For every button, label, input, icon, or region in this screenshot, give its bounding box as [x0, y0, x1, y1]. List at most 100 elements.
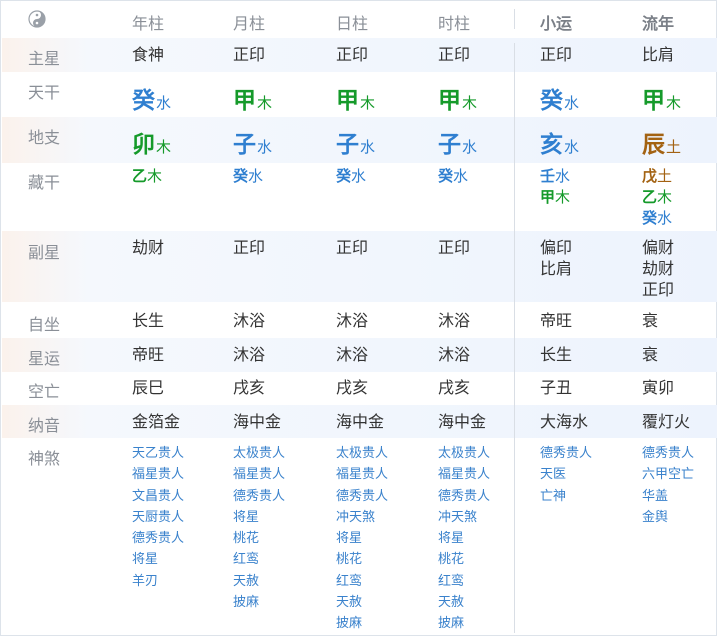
day-shensha-item[interactable]: 桃花	[336, 549, 388, 570]
day-canggan-item: 癸水	[336, 166, 366, 187]
day-dizhi: 子水	[336, 125, 375, 159]
liunian-dizhi-char: 辰	[642, 132, 665, 158]
xiaoyun-shensha-item[interactable]: 天医	[540, 464, 592, 485]
day-canggan-element: 水	[351, 167, 367, 185]
month-shensha-item[interactable]: 德秀贵人	[233, 486, 285, 507]
month-shensha: 太极贵人 福星贵人 德秀贵人 将星 桃花 红鸾 天赦 披麻	[233, 443, 285, 613]
day-fuxing: 正印	[336, 237, 368, 258]
month-shensha-item[interactable]: 天赦	[233, 571, 285, 592]
day-shensha-item[interactable]: 德秀贵人	[336, 486, 388, 507]
month-zhuxing: 正印	[233, 45, 266, 64]
row-label-tiangan: 天干	[28, 83, 61, 102]
day-zizuo: 沐浴	[336, 311, 369, 330]
row-label-shensha: 神煞	[28, 449, 61, 468]
header-year: 年柱	[132, 14, 165, 33]
hour-canggan: 癸水	[438, 166, 468, 187]
hour-shensha-item[interactable]: 福星贵人	[438, 464, 490, 485]
liunian-shensha-item[interactable]: 金舆	[642, 507, 694, 528]
xiaoyun-canggan-char: 壬	[540, 167, 556, 185]
liunian-shensha-item[interactable]: 华盖	[642, 486, 694, 507]
month-shensha-item[interactable]: 红鸾	[233, 549, 285, 570]
xiaoyun-canggan-char: 甲	[540, 188, 556, 206]
hour-dizhi-element: 水	[462, 138, 478, 156]
year-fuxing: 劫财	[132, 237, 164, 258]
yin-yang-icon	[28, 10, 46, 28]
hour-shensha-item[interactable]: 披麻	[438, 613, 490, 634]
month-zizuo: 沐浴	[233, 311, 266, 330]
year-shensha-item[interactable]: 福星贵人	[132, 464, 184, 485]
day-shensha-item[interactable]: 冲天煞	[336, 507, 388, 528]
hour-shensha-item[interactable]: 红鸾	[438, 571, 490, 592]
month-shensha-item[interactable]: 将星	[233, 507, 285, 528]
liunian-shensha-item[interactable]: 六甲空亡	[642, 464, 694, 485]
liunian-tiangan-element: 木	[666, 94, 682, 112]
month-nayin: 海中金	[233, 412, 282, 431]
hour-shensha: 太极贵人 福星贵人 德秀贵人 冲天煞 将星 桃花 红鸾 天赦 披麻	[438, 443, 490, 635]
year-canggan: 乙木	[132, 166, 162, 187]
xiaoyun-nayin: 大海水	[540, 412, 589, 431]
row-label-nayin: 纳音	[28, 416, 61, 435]
month-canggan-element: 水	[248, 167, 264, 185]
xiaoyun-canggan-item: 甲木	[540, 187, 570, 208]
year-shensha-item[interactable]: 文昌贵人	[132, 486, 184, 507]
xiaoyun-shensha-item[interactable]: 亡神	[540, 486, 592, 507]
header-day: 日柱	[336, 14, 369, 33]
hour-shensha-item[interactable]: 太极贵人	[438, 443, 490, 464]
year-shensha-item[interactable]: 德秀贵人	[132, 528, 184, 549]
day-canggan-char: 癸	[336, 167, 352, 185]
month-shensha-item[interactable]: 披麻	[233, 592, 285, 613]
hour-dizhi-char: 子	[438, 132, 461, 158]
year-shensha-item[interactable]: 羊刃	[132, 571, 184, 592]
month-xingyun: 沐浴	[233, 345, 266, 364]
liunian-fuxing-item: 正印	[642, 280, 675, 299]
liunian-dizhi-element: 土	[666, 138, 682, 156]
hour-shensha-item[interactable]: 桃花	[438, 549, 490, 570]
hour-shensha-item[interactable]: 将星	[438, 528, 490, 549]
day-shensha-item[interactable]: 将星	[336, 528, 388, 549]
day-shensha: 太极贵人 福星贵人 德秀贵人 冲天煞 将星 桃花 红鸾 天赦 披麻	[336, 443, 388, 635]
month-shensha-item[interactable]: 太极贵人	[233, 443, 285, 464]
year-canggan-item: 乙木	[132, 166, 162, 187]
hour-shensha-item[interactable]: 冲天煞	[438, 507, 490, 528]
hour-shensha-item[interactable]: 德秀贵人	[438, 486, 490, 507]
xiaoyun-shensha: 德秀贵人 天医 亡神	[540, 443, 592, 507]
liunian-canggan: 戊土 乙木 癸水	[642, 166, 672, 229]
month-shensha-item[interactable]: 桃花	[233, 528, 285, 549]
year-shensha-item[interactable]: 将星	[132, 549, 184, 570]
day-shensha-item[interactable]: 太极贵人	[336, 443, 388, 464]
liunian-zizuo: 衰	[642, 311, 659, 330]
month-fuxing: 正印	[233, 237, 265, 258]
xiaoyun-fuxing-item: 偏印	[540, 238, 573, 257]
day-nayin: 海中金	[336, 412, 385, 431]
day-dizhi-element: 水	[360, 138, 376, 156]
day-shensha-item[interactable]: 红鸾	[336, 571, 388, 592]
xiaoyun-zhuxing: 正印	[540, 45, 573, 64]
xiaoyun-fuxing-item: 比肩	[540, 259, 573, 278]
month-canggan-char: 癸	[233, 167, 249, 185]
liunian-canggan-char: 戊	[642, 167, 658, 185]
month-tiangan: 甲木	[233, 81, 272, 115]
month-shensha-item[interactable]: 福星贵人	[233, 464, 285, 485]
liunian-zhuxing: 比肩	[642, 45, 675, 64]
day-shensha-item[interactable]: 福星贵人	[336, 464, 388, 485]
hour-dizhi: 子水	[438, 125, 477, 159]
xiaoyun-canggan-item: 壬水	[540, 166, 570, 187]
day-shensha-item[interactable]: 披麻	[336, 613, 388, 634]
xiaoyun-kongwang: 子丑	[540, 378, 573, 397]
xiaoyun-shensha-item[interactable]: 德秀贵人	[540, 443, 592, 464]
row-label-fuxing: 副星	[28, 243, 61, 262]
year-shensha-item[interactable]: 天厨贵人	[132, 507, 184, 528]
month-canggan-item: 癸水	[233, 166, 263, 187]
row-label-zhuxing: 主星	[28, 49, 61, 68]
hour-kongwang: 戌亥	[438, 378, 471, 397]
xiaoyun-xingyun: 长生	[540, 345, 573, 364]
year-nayin: 金箔金	[132, 412, 181, 431]
day-shensha-item[interactable]: 天赦	[336, 592, 388, 613]
liunian-shensha-item[interactable]: 德秀贵人	[642, 443, 694, 464]
row-label-kongwang: 空亡	[28, 382, 61, 401]
year-shensha-item[interactable]: 天乙贵人	[132, 443, 184, 464]
column-separator	[514, 43, 515, 633]
hour-nayin: 海中金	[438, 412, 487, 431]
hour-shensha-item[interactable]: 天赦	[438, 592, 490, 613]
liunian-kongwang: 寅卯	[642, 378, 675, 397]
